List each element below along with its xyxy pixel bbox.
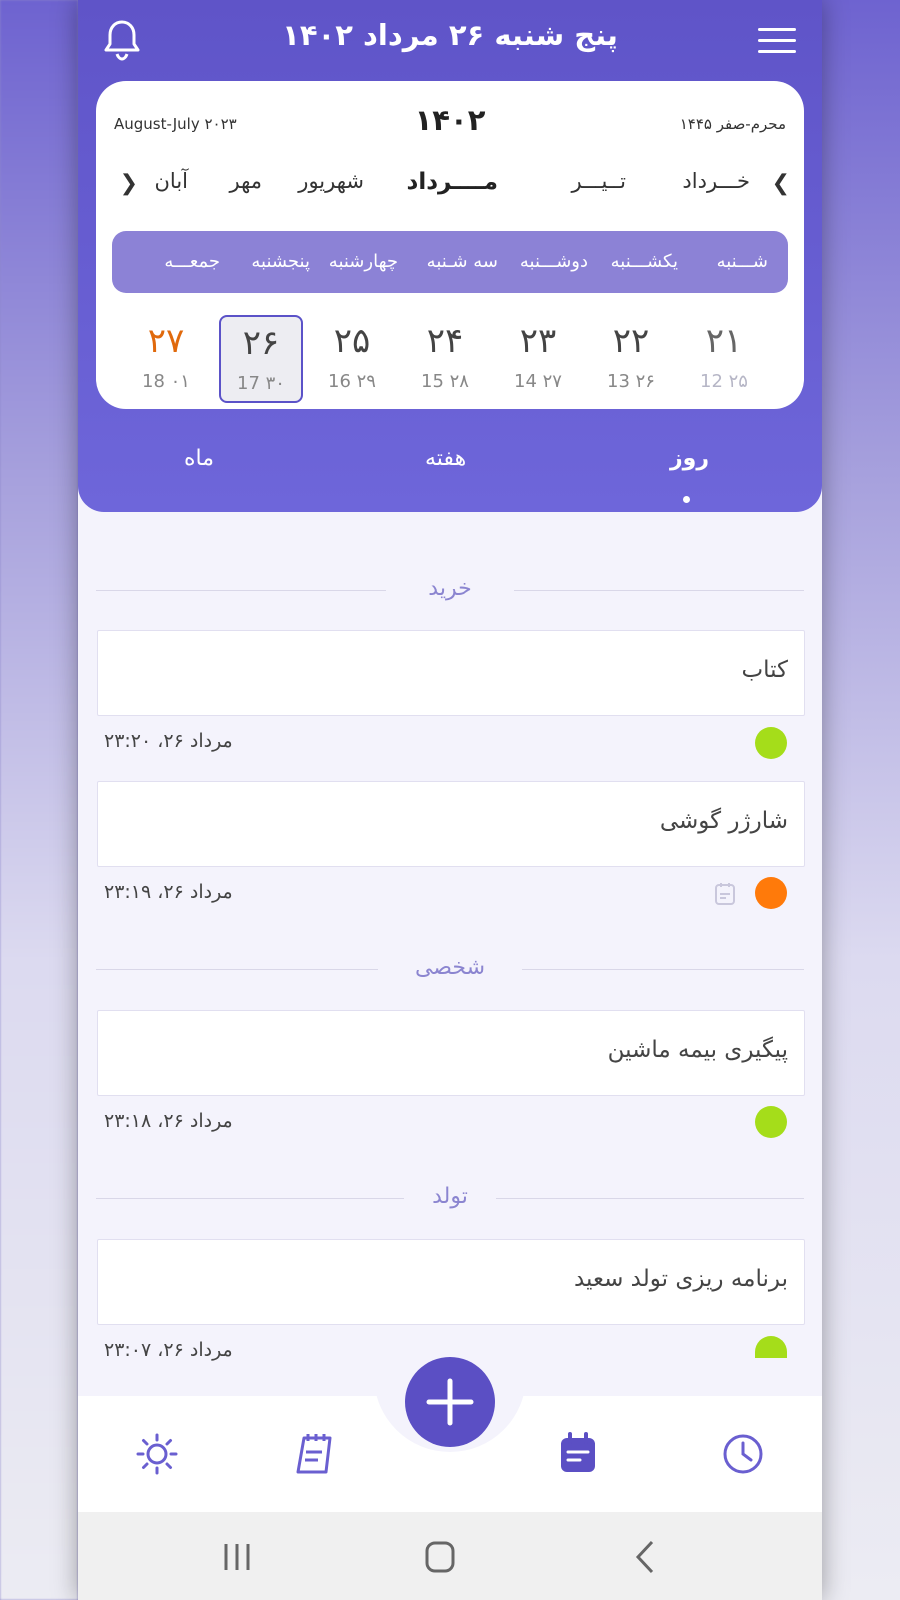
day-subdates: 14 ۲۷ xyxy=(514,371,562,392)
task-timestamp: مرداد ۲۶، ۲۳:۱۹ xyxy=(104,881,233,903)
clock-icon[interactable] xyxy=(721,1432,765,1476)
day-subdates: 18 ۰۱ xyxy=(142,371,190,392)
weekday-label: سه شـنبه xyxy=(426,251,498,272)
weekday-label: چهارشنبه xyxy=(328,251,398,272)
month-item-active[interactable]: مــــرداد xyxy=(407,169,498,195)
add-button[interactable] xyxy=(405,1357,495,1447)
month-item[interactable]: آبان xyxy=(155,169,189,193)
day-number: ۲۳ xyxy=(519,321,557,361)
day-cell[interactable]: ۲۳ 14 ۲۷ xyxy=(498,315,578,399)
weekday-label: دوشـــنبه xyxy=(519,251,588,272)
section-header: شخصی xyxy=(96,955,804,985)
month-item[interactable]: شهریور xyxy=(298,169,364,193)
plus-icon xyxy=(426,1378,474,1426)
chevron-right-icon[interactable]: ❯ xyxy=(772,171,790,196)
task-title: پیگیری بیمه ماشین xyxy=(607,1037,788,1063)
section-label: خرید xyxy=(428,576,472,601)
category-color-dot xyxy=(755,1106,787,1138)
tab-day[interactable]: روز xyxy=(670,446,709,471)
task-timestamp: مرداد ۲۶، ۲۳:۱۸ xyxy=(104,1110,233,1132)
active-tab-indicator xyxy=(683,496,690,503)
bell-icon[interactable] xyxy=(102,18,142,62)
header: پنج شنبه ۲۶ مرداد ۱۴۰۲ August-July ۲۰۲۳ … xyxy=(78,0,822,512)
day-cell[interactable]: ۲۵ 16 ۲۹ xyxy=(312,315,392,399)
day-number: ۲۲ xyxy=(612,321,650,361)
page-title: پنج شنبه ۲۶ مرداد ۱۴۰۲ xyxy=(282,18,618,52)
task-card[interactable]: برنامه ریزی تولد سعید xyxy=(97,1239,805,1325)
system-navigation-bar xyxy=(78,1512,822,1600)
tasks-icon[interactable] xyxy=(556,1432,600,1476)
notes-icon[interactable] xyxy=(294,1432,338,1476)
day-number: ۲۶ xyxy=(242,323,280,363)
day-cell-today[interactable]: ۲۶ 17 ۳۰ xyxy=(219,315,303,403)
task-title: کتاب xyxy=(741,657,788,683)
task-title: شارژر گوشی xyxy=(659,808,788,834)
day-subdates: 17 ۳۰ xyxy=(237,373,285,394)
task-title: برنامه ریزی تولد سعید xyxy=(573,1266,788,1292)
recents-icon[interactable] xyxy=(222,1542,252,1572)
day-cell[interactable]: ۲۲ 13 ۲۶ xyxy=(591,315,671,399)
back-icon[interactable] xyxy=(634,1540,656,1574)
day-number: ۲۴ xyxy=(426,321,464,361)
sun-icon[interactable] xyxy=(135,1432,179,1476)
day-cell-friday[interactable]: ۲۷ 18 ۰۱ xyxy=(126,315,206,399)
day-subdates: 12 ۲۵ xyxy=(700,371,748,392)
task-timestamp: مرداد ۲۶، ۲۳:۲۰ xyxy=(104,730,233,752)
weekday-label: یکشـــنبه xyxy=(610,251,678,272)
calendar-card: August-July ۲۰۲۳ ۱۴۰۲ محرم-صفر ۱۴۴۵ ❯ خـ… xyxy=(96,81,804,409)
hijri-range: محرم-صفر ۱۴۴۵ xyxy=(679,115,786,133)
background-left xyxy=(0,0,78,1600)
month-strip: ❯ خـــرداد تــیـــر مــــرداد شهریور مهر… xyxy=(96,169,804,209)
app-screen: پنج شنبه ۲۶ مرداد ۱۴۰۲ August-July ۲۰۲۳ … xyxy=(78,0,822,1600)
day-cell[interactable]: ۲۱ 12 ۲۵ xyxy=(684,315,764,399)
weekday-label: جمعـــه xyxy=(164,251,220,272)
month-item[interactable]: مهر xyxy=(229,169,262,193)
task-timestamp: مرداد ۲۶، ۲۳:۰۷ xyxy=(104,1339,233,1361)
tab-week[interactable]: هفته xyxy=(425,446,466,471)
home-icon[interactable] xyxy=(425,1541,455,1573)
divider xyxy=(522,969,804,970)
day-number: ۲۱ xyxy=(705,321,743,361)
section-header: خرید xyxy=(96,576,804,606)
weekday-label: شـــنبه xyxy=(716,251,768,272)
category-color-dot xyxy=(755,1336,787,1358)
divider xyxy=(514,590,804,591)
background-right xyxy=(822,0,900,1600)
day-subdates: 15 ۲۸ xyxy=(421,371,469,392)
day-number: ۲۵ xyxy=(333,321,371,361)
weekday-label: پنجشنبه xyxy=(251,251,310,272)
tab-month[interactable]: ماه xyxy=(184,446,214,471)
section-label: تولد xyxy=(432,1184,468,1209)
day-number: ۲۷ xyxy=(147,321,185,361)
note-icon xyxy=(715,883,735,905)
hamburger-menu-icon[interactable] xyxy=(758,28,796,54)
category-color-dot xyxy=(755,877,787,909)
day-subdates: 13 ۲۶ xyxy=(607,371,655,392)
task-card[interactable]: شارژر گوشی xyxy=(97,781,805,867)
day-subdates: 16 ۲۹ xyxy=(328,371,376,392)
section-label: شخصی xyxy=(414,955,486,980)
task-card[interactable]: پیگیری بیمه ماشین xyxy=(97,1010,805,1096)
category-color-dot xyxy=(755,727,787,759)
month-item[interactable]: تــیـــر xyxy=(571,169,626,193)
task-card[interactable]: کتاب xyxy=(97,630,805,716)
chevron-left-icon[interactable]: ❮ xyxy=(120,171,138,196)
weekday-header: شـــنبه یکشـــنبه دوشـــنبه سه شـنبه چها… xyxy=(112,231,788,293)
divider xyxy=(496,1198,804,1199)
month-item[interactable]: خـــرداد xyxy=(682,169,750,193)
day-cell[interactable]: ۲۴ 15 ۲۸ xyxy=(405,315,485,399)
section-header: تولد xyxy=(96,1184,804,1214)
